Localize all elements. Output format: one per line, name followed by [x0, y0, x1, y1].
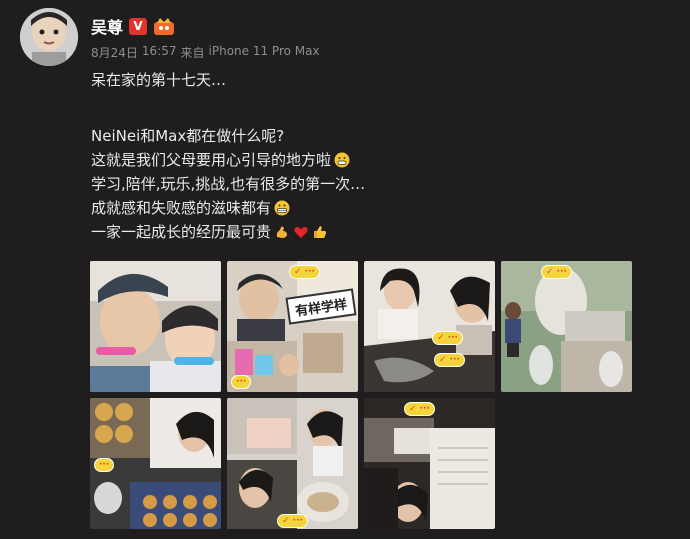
flexed-bicep-icon [276, 226, 288, 238]
user-name[interactable]: 吴尊 [91, 14, 123, 38]
photo-thumbnail[interactable]: ✓ ··· [501, 261, 632, 392]
member-crown-icon [154, 18, 175, 35]
post-device: iPhone 11 Pro Max [208, 44, 320, 58]
thumbs-up-icon [314, 226, 327, 238]
photo-tag: ··· [94, 458, 115, 472]
grimace-emoji-icon [274, 200, 290, 216]
photo-thumbnail[interactable] [90, 261, 221, 392]
post-time[interactable]: 16:57 [142, 44, 177, 61]
photo-thumbnail[interactable]: ✓ ··· [364, 398, 495, 529]
photo-tag: ✓ ··· [434, 353, 465, 367]
user-header: 吴尊 V [91, 14, 175, 38]
post-line: 这就是我们父母要用心引导的地方啦 [91, 148, 651, 172]
post-line-text: 成就感和失败感的滋味都有 [91, 199, 272, 217]
photo-tag: ✓ ··· [289, 265, 320, 279]
grin-emoji-icon [334, 152, 350, 168]
post-line-text: 这就是我们父母要用心引导的地方啦 [91, 151, 332, 169]
photo-tag: ··· [231, 375, 252, 389]
post-line: 一家一起成长的经历最可贵 [91, 220, 651, 244]
photo-thumbnail[interactable]: ✓ ··· [227, 398, 358, 529]
verified-badge-icon: V [129, 17, 148, 35]
post-date[interactable]: 8月24日 [91, 44, 138, 61]
post-line: 学习,陪伴,玩乐,挑战,也有很多的第一次… [91, 175, 366, 193]
photo-tag: ✓ ··· [541, 265, 572, 279]
photo-tag: ✓ ··· [404, 402, 435, 416]
photo-tag: ✓ ··· [432, 331, 463, 345]
post-line: 呆在家的第十七天… [91, 71, 227, 89]
red-heart-icon [294, 227, 308, 238]
photo-thumbnail[interactable]: ··· [90, 398, 221, 529]
post-line: 成就感和失败感的滋味都有 [91, 196, 651, 220]
source-prefix: 来自 [180, 46, 205, 60]
post-line-text: 一家一起成长的经历最可贵 [91, 223, 272, 241]
post-meta: 8月24日 16:57 来自 iPhone 11 Pro Max [91, 44, 320, 61]
photo-tag: ✓ ··· [277, 514, 308, 528]
post-line: NeiNei和Max都在做什么呢? [91, 127, 285, 145]
avatar[interactable] [20, 8, 78, 66]
post-text: 呆在家的第十七天… NeiNei和Max都在做什么呢? 这就是我们父母要用心引导… [91, 68, 651, 244]
photo-thumbnail[interactable]: ✓ ··· 有样学样 ··· [227, 261, 358, 392]
photo-thumbnail[interactable]: ✓ ··· ✓ ··· [364, 261, 495, 392]
